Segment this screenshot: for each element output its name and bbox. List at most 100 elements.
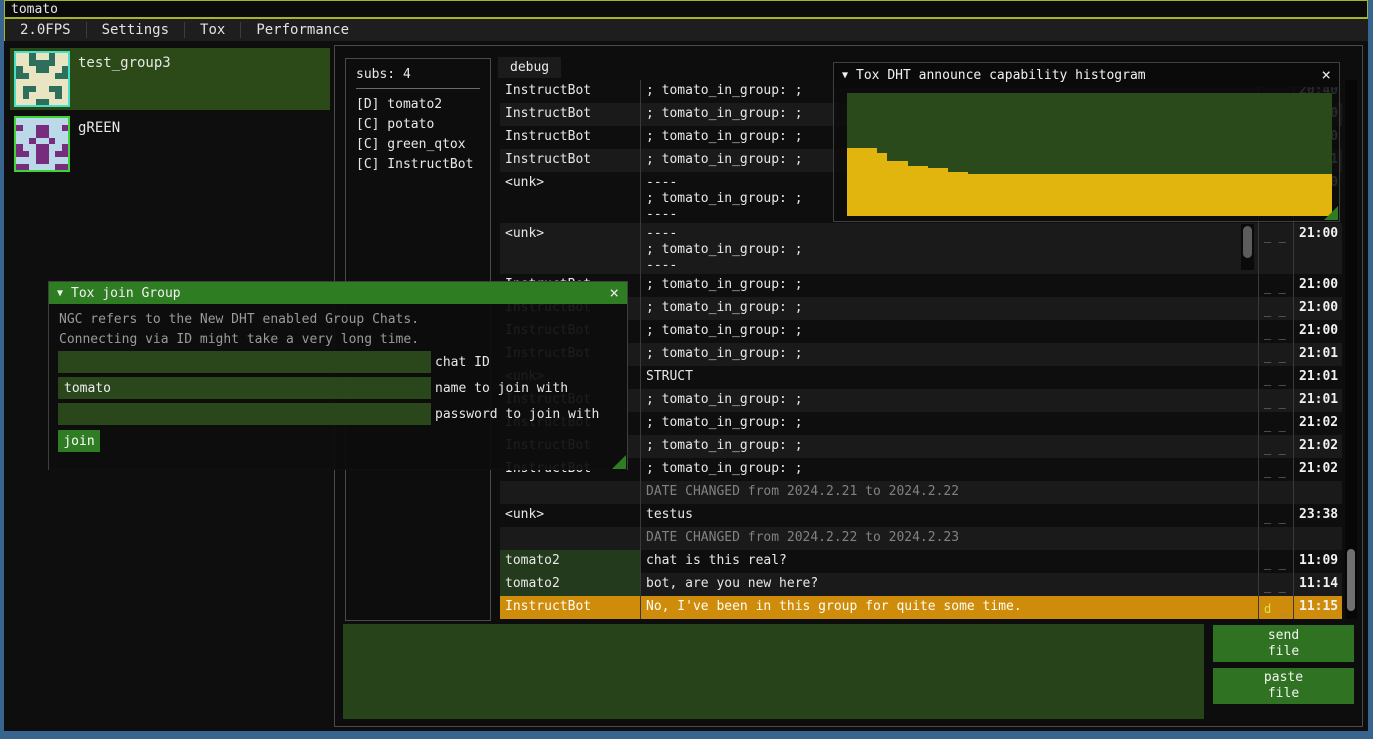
histogram-window-title-bar: ▼ Tox DHT announce capability histogram …: [834, 63, 1339, 87]
histogram-bar: [1221, 174, 1231, 216]
group-avatar: [14, 116, 70, 172]
histogram-bar: [1019, 174, 1029, 216]
join-description-line-1: NGC refers to the New DHT enabled Group …: [49, 310, 419, 330]
collapse-icon[interactable]: ▼: [842, 70, 848, 81]
member-item-potato[interactable]: [C] potato: [356, 115, 480, 135]
histogram-bar: [1110, 174, 1120, 216]
message-sender: [500, 481, 640, 504]
message-row[interactable]: <unk>testus_ _23:38: [500, 504, 1342, 527]
histogram-bar: [938, 168, 948, 216]
status-char: _: [1271, 510, 1285, 524]
message-sender: InstructBot: [500, 596, 640, 619]
message-text: ; tomato_in_group: ;: [640, 412, 1258, 435]
join-field-row: name to join with: [58, 377, 599, 399]
status-char: _: [1271, 418, 1285, 432]
close-icon[interactable]: ×: [609, 286, 619, 300]
menu-item-performance[interactable]: Performance: [241, 19, 364, 41]
message-sender: [500, 527, 640, 550]
message-status: _ _: [1258, 297, 1293, 320]
message-text: ; tomato_in_group: ;: [640, 389, 1258, 412]
join-button[interactable]: join: [58, 430, 100, 452]
histogram-bar: [1049, 174, 1059, 216]
group-item-test-group3[interactable]: test_group3: [10, 48, 330, 110]
message-row[interactable]: tomato2chat is this real?_ _11:09: [500, 550, 1342, 573]
message-text: ; tomato_in_group: ;: [640, 297, 1258, 320]
tab-debug[interactable]: debug: [498, 57, 561, 78]
group-label: gREEN: [78, 116, 120, 136]
message-time: 21:00: [1293, 223, 1342, 274]
member-item-instructbot[interactable]: [C] InstructBot: [356, 155, 480, 175]
message-text: chat is this real?: [640, 550, 1258, 573]
status-char: _: [1271, 372, 1285, 386]
message-text: ; tomato_in_group: ;: [640, 343, 1258, 366]
group-label: test_group3: [78, 51, 171, 71]
message-time: 21:01: [1293, 343, 1342, 366]
join-description: NGC refers to the New DHT enabled Group …: [49, 310, 419, 350]
member-item-tomato2[interactable]: [D] tomato2: [356, 95, 480, 115]
menu-item-settings[interactable]: Settings: [87, 19, 184, 41]
histogram-bar: [898, 161, 908, 216]
message-text: DATE CHANGED from 2024.2.21 to 2024.2.22: [640, 481, 1258, 504]
message-status: [1258, 481, 1293, 504]
join-password-input[interactable]: [58, 403, 431, 425]
message-text: STRUCT: [640, 366, 1258, 389]
message-row[interactable]: tomato2bot, are you new here?_ _11:14: [500, 573, 1342, 596]
join-name-input[interactable]: [58, 377, 431, 399]
histogram-bar: [1302, 174, 1312, 216]
message-time: 21:01: [1293, 366, 1342, 389]
message-text: ; tomato_in_group: ;: [640, 320, 1258, 343]
join-field-row: chat ID: [58, 351, 599, 373]
message-status: _ _: [1258, 274, 1293, 297]
histogram-plot: [847, 93, 1332, 216]
message-status: _ _: [1258, 435, 1293, 458]
message-status: _ _: [1258, 573, 1293, 596]
message-inner-scrollbar-thumb[interactable]: [1243, 226, 1252, 258]
histogram-bar: [867, 148, 877, 216]
resize-grip-icon[interactable]: [1324, 206, 1338, 220]
collapse-icon[interactable]: ▼: [57, 288, 63, 299]
message-sender: InstructBot: [500, 126, 640, 149]
chat-scrollbar-thumb[interactable]: [1347, 549, 1355, 611]
close-icon[interactable]: ×: [1321, 68, 1331, 82]
chat-scrollbar[interactable]: [1345, 80, 1357, 619]
histogram-bar: [918, 166, 928, 216]
message-sender: InstructBot: [500, 149, 640, 172]
histogram-bar: [1312, 174, 1322, 216]
histogram-bar: [928, 168, 938, 216]
chat-id-input[interactable]: [58, 351, 431, 373]
histogram-bar: [978, 174, 988, 216]
status-char: _: [1271, 556, 1285, 570]
member-item-green-qtox[interactable]: [C] green_qtox: [356, 135, 480, 155]
join-window-title-bar: ▼ Tox join Group ×: [49, 282, 627, 304]
message-inner-scrollbar[interactable]: [1241, 224, 1254, 270]
send-file-button[interactable]: send file: [1213, 625, 1354, 662]
histogram-bar: [1160, 174, 1170, 216]
message-input[interactable]: [343, 624, 1204, 719]
date-separator-row[interactable]: DATE CHANGED from 2024.2.22 to 2024.2.23: [500, 527, 1342, 550]
message-time: 21:02: [1293, 435, 1342, 458]
paste-file-button[interactable]: paste file: [1213, 668, 1354, 704]
message-row[interactable]: InstructBotNo, I've been in this group f…: [500, 596, 1342, 619]
join-window-title: Tox join Group: [71, 286, 181, 301]
histogram-bar: [1029, 174, 1039, 216]
join-fields: chat ID name to join with password to join…: [58, 351, 599, 429]
message-status: _ _: [1258, 412, 1293, 435]
message-time: 21:00: [1293, 297, 1342, 320]
message-row[interactable]: <unk>---- ; tomato_in_group: ; ----_ _21…: [500, 223, 1342, 274]
field-label-chat-id: chat ID: [431, 355, 490, 370]
group-item-green[interactable]: gREEN: [10, 113, 330, 175]
histogram-bar: [1201, 174, 1211, 216]
message-status: _ _: [1258, 389, 1293, 412]
histogram-bar: [1231, 174, 1241, 216]
date-separator-row[interactable]: DATE CHANGED from 2024.2.21 to 2024.2.22: [500, 481, 1342, 504]
histogram-window-title: Tox DHT announce capability histogram: [856, 68, 1146, 83]
message-status: [1258, 527, 1293, 550]
message-text: ---- ; tomato_in_group: ; ----: [640, 223, 1258, 274]
histogram-bar: [1292, 174, 1302, 216]
message-text: ; tomato_in_group: ;: [640, 458, 1258, 481]
message-time: 21:02: [1293, 458, 1342, 481]
resize-grip-icon[interactable]: [612, 455, 626, 469]
menu-item-tox[interactable]: Tox: [185, 19, 240, 41]
join-field-row: password to join with: [58, 403, 599, 425]
histogram-bar: [1100, 174, 1110, 216]
